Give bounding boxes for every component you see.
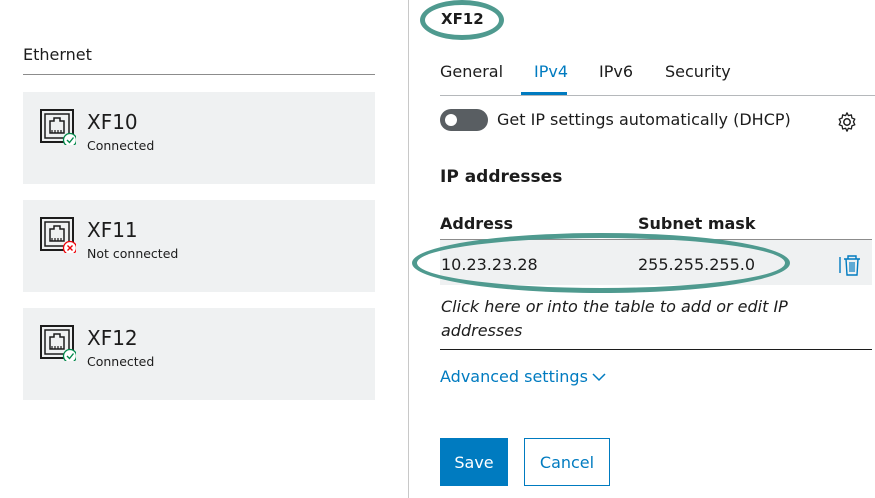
table-bottom-divider [440, 349, 872, 350]
tab-ipv6[interactable]: IPv6 [599, 62, 633, 81]
advanced-settings-link[interactable]: Advanced settings [440, 367, 588, 386]
interface-name: XF12 [87, 326, 138, 350]
interface-status: Connected [87, 138, 155, 153]
toggle-knob [445, 114, 457, 126]
interface-name: XF11 [87, 218, 138, 242]
column-header-address: Address [440, 214, 514, 233]
ethernet-port-icon [40, 217, 76, 253]
tab-general[interactable]: General [440, 62, 503, 81]
dhcp-toggle[interactable] [440, 109, 488, 131]
interface-card-xf11[interactable]: XF11 Not connected [23, 200, 375, 292]
section-divider [23, 74, 375, 75]
interface-status: Connected [87, 354, 155, 369]
add-edit-hint[interactable]: Click here or into the table to add or e… [441, 295, 841, 343]
tab-security[interactable]: Security [665, 62, 731, 81]
interface-list-panel: Ethernet XF10 Connected XF11 Not connect… [0, 0, 408, 498]
gear-icon[interactable] [836, 111, 858, 133]
interface-card-xf12[interactable]: XF12 Connected [23, 308, 375, 400]
ip-addresses-heading: IP addresses [440, 167, 563, 187]
annotation-highlight-title [420, 0, 504, 40]
chevron-down-icon[interactable] [592, 372, 606, 382]
interface-status: Not connected [87, 246, 179, 261]
cancel-button[interactable]: Cancel [524, 438, 610, 486]
save-button[interactable]: Save [440, 438, 508, 486]
tabs-divider [440, 95, 875, 96]
ethernet-port-icon [40, 109, 76, 145]
column-header-subnet: Subnet mask [638, 214, 756, 233]
dhcp-label: Get IP settings automatically (DHCP) [497, 110, 791, 129]
section-title: Ethernet [23, 45, 92, 64]
tab-ipv4[interactable]: IPv4 [534, 62, 568, 81]
trash-icon[interactable] [838, 253, 862, 277]
annotation-highlight-row [412, 233, 790, 293]
interface-card-xf10[interactable]: XF10 Connected [23, 92, 375, 184]
interface-name: XF10 [87, 110, 138, 134]
ethernet-port-icon [40, 325, 76, 361]
